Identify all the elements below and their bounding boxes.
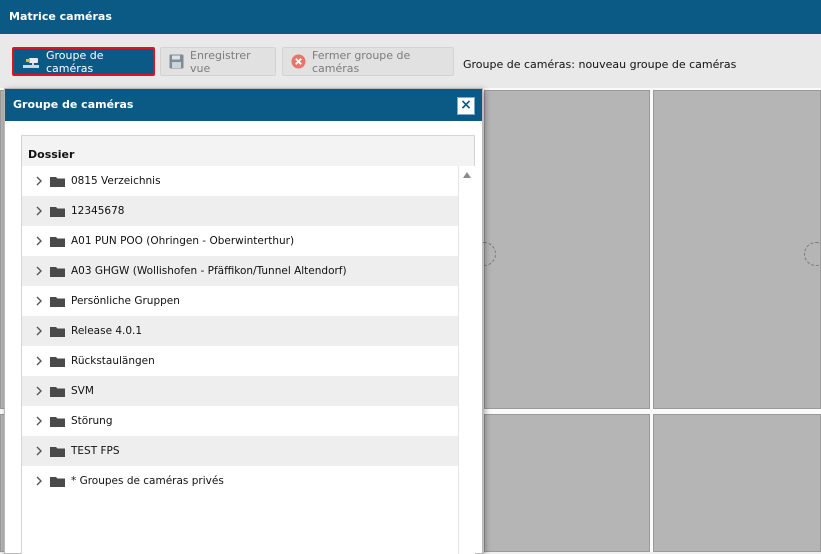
- camera-group-dialog: Groupe de caméras × Dossier 0815 Verzeic…: [4, 88, 483, 554]
- chevron-right-icon[interactable]: [32, 294, 46, 308]
- save-view-button[interactable]: Enregistrer vue: [160, 47, 276, 76]
- folder-row[interactable]: * Groupes de caméras privés: [22, 466, 458, 496]
- folder-label: A03 GHGW (Wollishofen - Pfäffikon/Tunnel…: [71, 265, 347, 277]
- app-title: Matrice caméras: [9, 10, 112, 23]
- folder-label: SVM: [71, 385, 94, 397]
- camera-cell[interactable]: [472, 90, 650, 409]
- scroll-up-arrow-icon[interactable]: [463, 172, 471, 178]
- folder-label: A01 PUN POO (Ohringen - Oberwinterthur): [71, 235, 295, 247]
- folder-row[interactable]: SVM: [22, 376, 458, 406]
- folder-row[interactable]: TEST FPS: [22, 436, 458, 466]
- camera-cell[interactable]: [653, 414, 821, 552]
- close-camera-group-button[interactable]: Fermer groupe de caméras: [282, 47, 454, 76]
- chevron-right-icon[interactable]: [32, 444, 46, 458]
- floppy-disk-icon: [169, 54, 184, 69]
- folder-icon: [50, 416, 65, 427]
- folder-row[interactable]: Störung: [22, 406, 458, 436]
- vertical-scrollbar[interactable]: [458, 166, 475, 554]
- camera-icon: [22, 55, 40, 69]
- folder-row[interactable]: 12345678: [22, 196, 458, 226]
- close-camera-group-button-label: Fermer groupe de caméras: [312, 48, 411, 75]
- folder-icon: [50, 206, 65, 217]
- empty-camera-placeholder-icon: [804, 242, 821, 266]
- chevron-right-icon[interactable]: [32, 174, 46, 188]
- chevron-right-icon[interactable]: [32, 264, 46, 278]
- dialog-title: Groupe de caméras: [13, 98, 134, 111]
- folder-row[interactable]: A01 PUN POO (Ohringen - Oberwinterthur): [22, 226, 458, 256]
- chevron-right-icon[interactable]: [32, 204, 46, 218]
- chevron-right-icon[interactable]: [32, 474, 46, 488]
- folder-icon: [50, 266, 65, 277]
- folder-label: Release 4.0.1: [71, 325, 143, 337]
- folder-row[interactable]: Release 4.0.1: [22, 316, 458, 346]
- folder-label: Störung: [71, 415, 113, 427]
- folder-icon: [50, 296, 65, 307]
- close-icon[interactable]: ×: [457, 97, 475, 115]
- chevron-right-icon[interactable]: [32, 414, 46, 428]
- folder-row[interactable]: 0815 Verzeichnis: [22, 166, 458, 196]
- camera-cell[interactable]: [484, 414, 650, 552]
- chevron-right-icon[interactable]: [32, 354, 46, 368]
- toolbar: Groupe de caméras Enregistrer vue Fermer…: [0, 34, 821, 89]
- camera-group-status: Groupe de caméras: nouveau groupe de cam…: [463, 58, 737, 71]
- folder-label: 12345678: [71, 205, 125, 217]
- tree-column-header: Dossier: [22, 136, 474, 166]
- folder-label: * Groupes de caméras privés: [71, 475, 224, 487]
- folder-label: TEST FPS: [71, 445, 120, 457]
- folder-label: Persönliche Gruppen: [71, 295, 180, 307]
- camera-group-button[interactable]: Groupe de caméras: [12, 47, 155, 76]
- folder-icon: [50, 356, 65, 367]
- folder-icon: [50, 476, 65, 487]
- chevron-right-icon[interactable]: [32, 234, 46, 248]
- chevron-right-icon[interactable]: [32, 324, 46, 338]
- folder-tree: Dossier 0815 Verzeichnis 12345678 A01 PUN …: [21, 135, 475, 554]
- chevron-right-icon[interactable]: [32, 384, 46, 398]
- app-title-bar: Matrice caméras: [0, 0, 821, 34]
- dialog-header: Groupe de caméras ×: [5, 89, 482, 121]
- folder-list: 0815 Verzeichnis 12345678 A01 PUN POO (Ohr…: [22, 166, 458, 496]
- folder-icon: [50, 386, 65, 397]
- red-x-circle-icon: [291, 54, 306, 69]
- folder-label: Rückstaulängen: [71, 355, 155, 367]
- folder-icon: [50, 326, 65, 337]
- camera-group-button-label: Groupe de caméras: [46, 48, 104, 75]
- save-view-button-label: Enregistrer vue: [190, 48, 251, 75]
- folder-row[interactable]: A03 GHGW (Wollishofen - Pfäffikon/Tunnel…: [22, 256, 458, 286]
- folder-icon: [50, 236, 65, 247]
- folder-icon: [50, 176, 65, 187]
- folder-label: 0815 Verzeichnis: [71, 175, 161, 187]
- folder-icon: [50, 446, 65, 457]
- folder-row[interactable]: Persönliche Gruppen: [22, 286, 458, 316]
- camera-cell[interactable]: [653, 90, 821, 409]
- folder-row[interactable]: Rückstaulängen: [22, 346, 458, 376]
